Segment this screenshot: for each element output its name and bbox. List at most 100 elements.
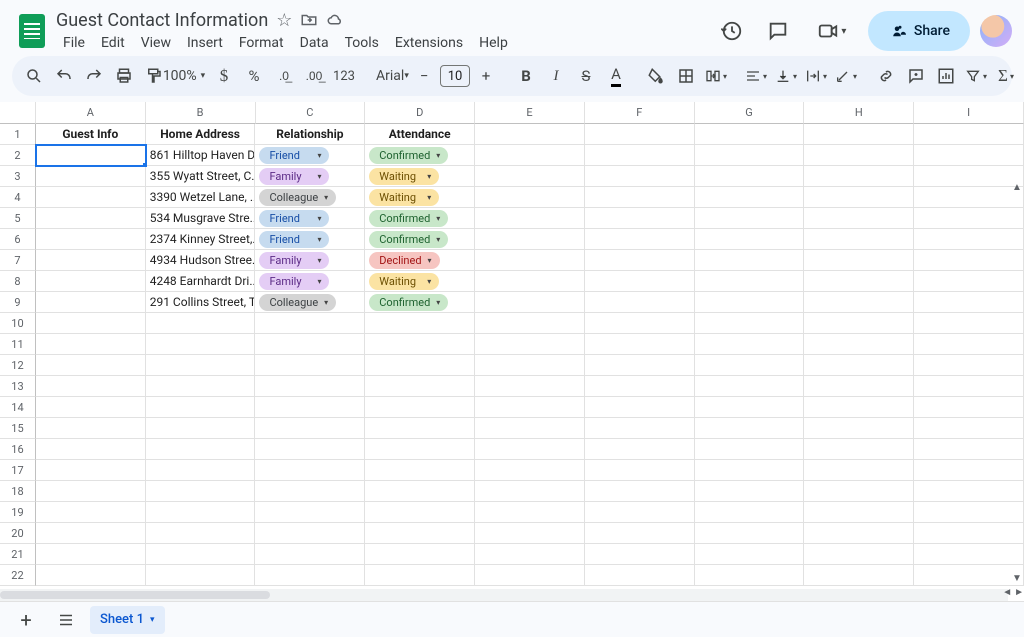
cell[interactable] <box>365 418 475 439</box>
row-header[interactable]: 16 <box>0 439 36 460</box>
horizontal-scrollbar[interactable] <box>0 589 1008 601</box>
cell[interactable] <box>695 439 805 460</box>
cell[interactable] <box>695 355 805 376</box>
cell[interactable] <box>914 418 1024 439</box>
functions-icon[interactable]: Σ▾ <box>992 62 1020 90</box>
cell[interactable] <box>695 397 805 418</box>
row-header[interactable]: 1 <box>0 124 36 145</box>
cell[interactable] <box>36 502 146 523</box>
cell[interactable] <box>914 292 1024 313</box>
cell[interactable] <box>914 523 1024 544</box>
cell[interactable] <box>146 460 256 481</box>
halign-icon[interactable]: ▾ <box>742 62 770 90</box>
cell[interactable] <box>914 250 1024 271</box>
cell[interactable] <box>804 208 914 229</box>
cell[interactable] <box>585 418 695 439</box>
row-header[interactable]: 13 <box>0 376 36 397</box>
cell[interactable]: Colleague▾ <box>255 187 365 208</box>
bold-icon[interactable]: B <box>512 62 540 90</box>
cell[interactable] <box>36 313 146 334</box>
cell[interactable] <box>585 460 695 481</box>
cell[interactable] <box>804 145 914 166</box>
increase-decimal-icon[interactable]: .00̲ <box>300 62 328 90</box>
cell[interactable] <box>255 334 365 355</box>
row-header[interactable]: 19 <box>0 502 36 523</box>
cell[interactable] <box>804 481 914 502</box>
cell[interactable] <box>914 544 1024 565</box>
dropdown-chip[interactable]: Colleague▾ <box>259 294 336 311</box>
cell[interactable]: Attendance <box>365 124 475 145</box>
cell[interactable] <box>365 439 475 460</box>
cell[interactable] <box>804 397 914 418</box>
cell[interactable] <box>804 250 914 271</box>
cell[interactable] <box>804 355 914 376</box>
dropdown-chip[interactable]: Confirmed▾ <box>369 210 448 227</box>
cell[interactable]: Guest Info <box>36 124 146 145</box>
text-color-icon[interactable]: A <box>602 62 630 90</box>
star-icon[interactable]: ☆ <box>276 10 292 31</box>
cell[interactable] <box>255 355 365 376</box>
cell[interactable] <box>475 397 585 418</box>
cell[interactable] <box>914 439 1024 460</box>
cell[interactable] <box>914 376 1024 397</box>
cell[interactable]: Waiting▾ <box>365 187 475 208</box>
cell[interactable] <box>146 502 256 523</box>
cell[interactable] <box>475 355 585 376</box>
cell[interactable] <box>255 313 365 334</box>
cell[interactable] <box>804 439 914 460</box>
strike-icon[interactable]: S <box>572 62 600 90</box>
cell[interactable] <box>914 334 1024 355</box>
cell[interactable] <box>146 481 256 502</box>
cell[interactable] <box>146 418 256 439</box>
cell[interactable] <box>475 544 585 565</box>
cell[interactable] <box>36 397 146 418</box>
cell[interactable] <box>585 292 695 313</box>
undo-icon[interactable] <box>50 62 78 90</box>
cell[interactable] <box>146 523 256 544</box>
menu-file[interactable]: File <box>56 33 92 53</box>
cell[interactable] <box>585 271 695 292</box>
cell[interactable]: Waiting▾ <box>365 271 475 292</box>
cell[interactable] <box>255 565 365 586</box>
cell[interactable] <box>914 124 1024 145</box>
cell[interactable] <box>146 355 256 376</box>
cell[interactable] <box>36 334 146 355</box>
cell[interactable] <box>914 481 1024 502</box>
cell[interactable] <box>475 565 585 586</box>
cell[interactable] <box>36 229 146 250</box>
cell[interactable] <box>585 208 695 229</box>
dropdown-chip[interactable]: Confirmed▾ <box>369 294 448 311</box>
menu-format[interactable]: Format <box>232 33 291 53</box>
cell[interactable] <box>914 208 1024 229</box>
redo-icon[interactable] <box>80 62 108 90</box>
cell[interactable] <box>255 418 365 439</box>
cell[interactable]: 4248 Earnhardt Dri... <box>146 271 256 292</box>
cell[interactable] <box>146 334 256 355</box>
dropdown-chip[interactable]: Confirmed▾ <box>369 231 448 248</box>
cell[interactable] <box>146 565 256 586</box>
row-header[interactable]: 5 <box>0 208 36 229</box>
cell[interactable] <box>36 565 146 586</box>
col-header-G[interactable]: G <box>695 102 805 124</box>
menu-help[interactable]: Help <box>472 33 515 53</box>
cell[interactable] <box>475 502 585 523</box>
col-header-H[interactable]: H <box>804 102 914 124</box>
cell[interactable] <box>475 208 585 229</box>
cell[interactable] <box>36 271 146 292</box>
cell[interactable] <box>695 334 805 355</box>
dropdown-chip[interactable]: Friend▾ <box>259 210 329 227</box>
cell[interactable] <box>36 355 146 376</box>
cell[interactable] <box>36 187 146 208</box>
row-header[interactable]: 22 <box>0 565 36 586</box>
currency-icon[interactable]: $ <box>210 62 238 90</box>
cell[interactable] <box>695 376 805 397</box>
cell[interactable] <box>804 523 914 544</box>
scroll-up-icon[interactable]: ▲ <box>1012 182 1022 196</box>
all-sheets-icon[interactable] <box>50 606 82 634</box>
cell[interactable] <box>36 439 146 460</box>
spreadsheet-grid[interactable]: A B C D E F G H I 1Guest InfoHome Addres… <box>0 102 1024 637</box>
cell[interactable] <box>695 124 805 145</box>
col-header-D[interactable]: D <box>365 102 475 124</box>
dropdown-chip[interactable]: Family▾ <box>259 168 329 185</box>
row-header[interactable]: 9 <box>0 292 36 313</box>
